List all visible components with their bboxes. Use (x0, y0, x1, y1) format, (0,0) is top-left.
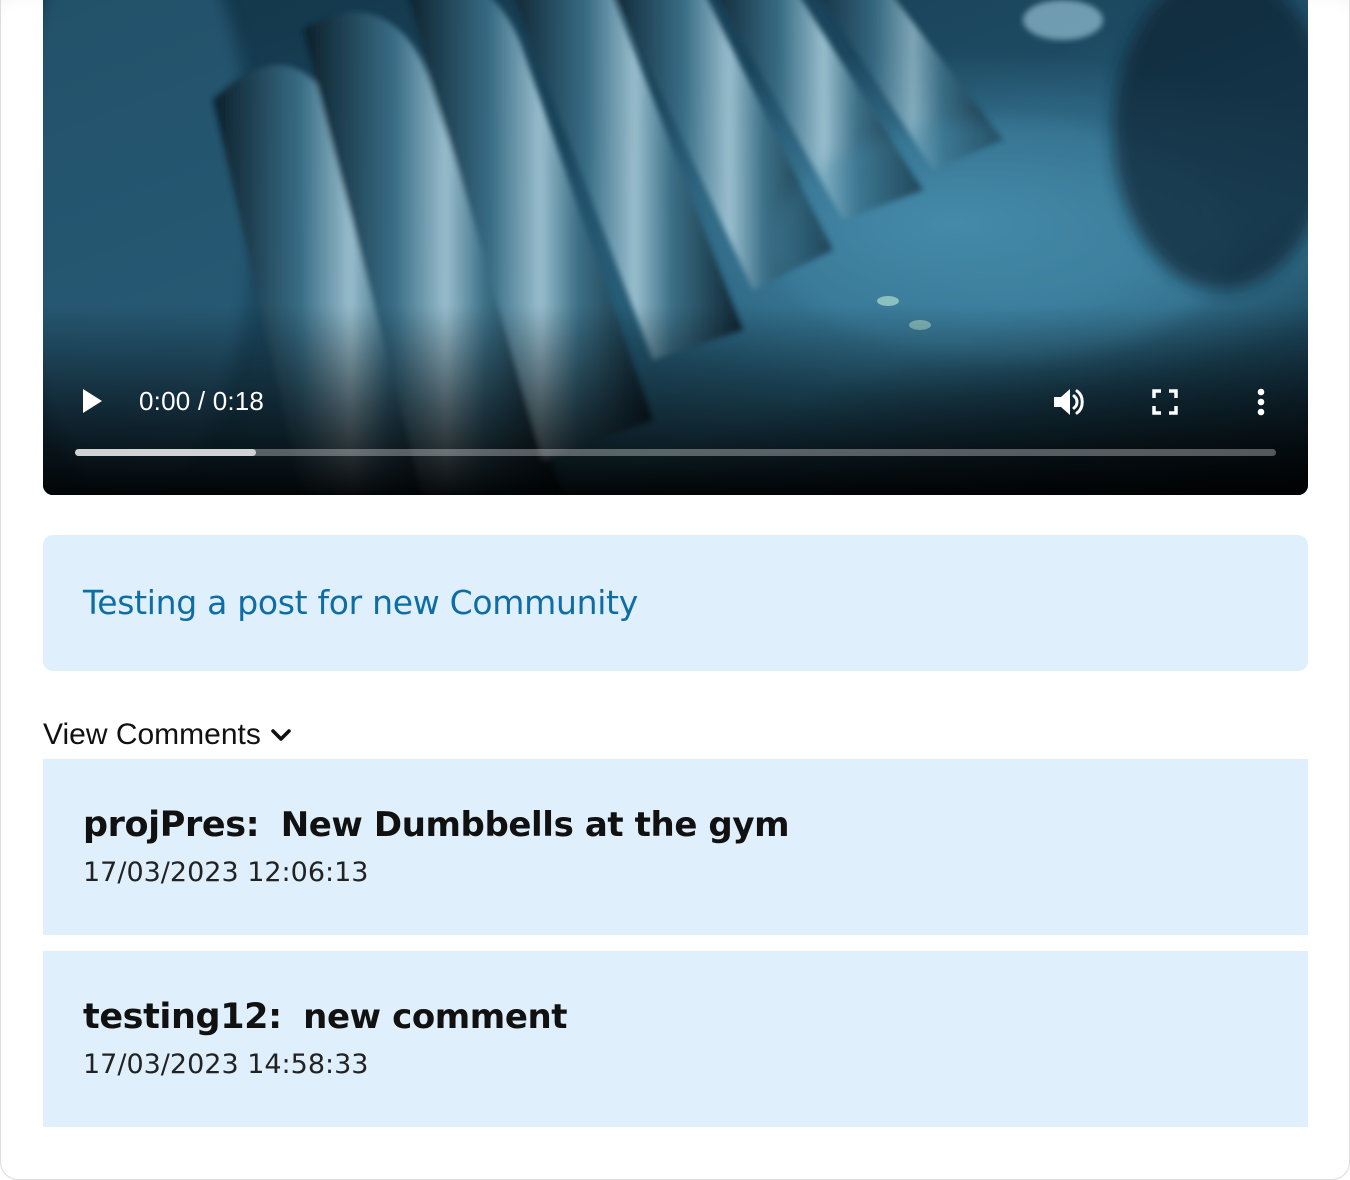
play-icon (83, 389, 102, 413)
progress-buffered (75, 449, 257, 456)
comment-item: testing12: new comment 17/03/2023 14:58:… (43, 951, 1308, 1127)
comment-item: projPres: New Dumbbells at the gym 17/03… (43, 759, 1308, 935)
comment-author: testing12: (83, 997, 282, 1037)
more-vertical-icon (1257, 388, 1265, 416)
post-title: Testing a post for new Community (83, 583, 638, 622)
comment-line: testing12: new comment (83, 995, 568, 1039)
comment-text: New Dumbbells at the gym (280, 805, 790, 845)
play-button[interactable] (73, 382, 111, 420)
comment-line: projPres: New Dumbbells at the gym (83, 803, 790, 847)
comment-text: new comment (303, 997, 568, 1037)
time-display: 0:00 / 0:18 (139, 386, 264, 416)
fullscreen-icon (1152, 389, 1178, 415)
view-comments-label: View Comments (43, 718, 261, 751)
current-time: 0:00 (139, 386, 191, 416)
chevron-down-icon (269, 723, 293, 747)
progress-bar[interactable] (75, 449, 1276, 456)
view-comments-toggle[interactable]: View Comments (43, 716, 293, 754)
fullscreen-button[interactable] (1143, 380, 1187, 424)
post-content: Testing a post for new Community (43, 535, 1308, 671)
time-separator: / (190, 386, 213, 416)
volume-icon (1054, 389, 1084, 415)
comment-timestamp: 17/03/2023 14:58:33 (83, 1049, 369, 1080)
comment-author: projPres: (83, 805, 260, 845)
comment-timestamp: 17/03/2023 12:06:13 (83, 857, 369, 888)
more-options-button[interactable] (1239, 380, 1283, 424)
duration: 0:18 (212, 386, 265, 416)
video-player[interactable]: 0:00 / 0:18 (43, 0, 1308, 495)
volume-button[interactable] (1047, 380, 1091, 424)
